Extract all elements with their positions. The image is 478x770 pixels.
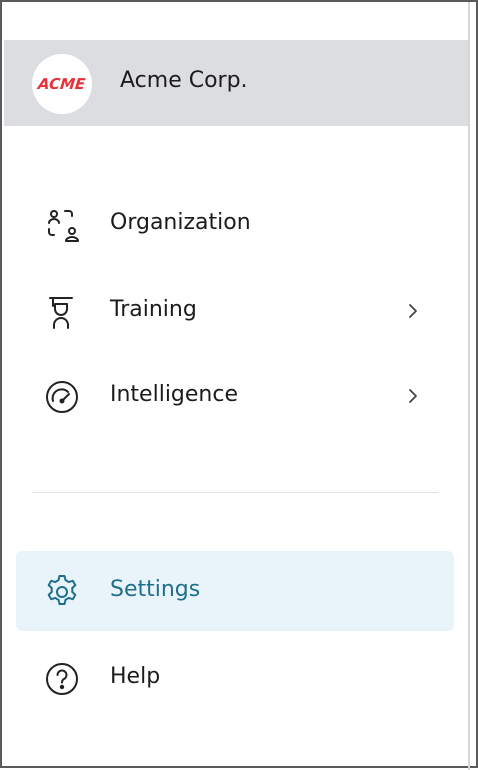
nav-item-organization[interactable]: Organization [16,184,454,264]
nav-item-training[interactable]: Training [16,271,454,351]
org-logo-text: ACME [37,75,87,93]
panel-edge [468,2,470,770]
org-name: Acme Corp. [120,68,248,93]
org-switcher[interactable]: ACME Acme Corp. [4,40,468,126]
nav-label-settings: Settings [110,577,201,602]
section-divider [32,492,438,493]
nav-label-intelligence: Intelligence [110,382,239,407]
sidebar-panel: ACME Acme Corp. Organization Training In… [0,0,478,770]
organization-icon [48,210,79,242]
training-icon [49,297,73,329]
chevron-right-icon [409,304,417,318]
org-logo: ACME [32,54,92,114]
nav-label-help: Help [110,664,161,689]
chevron-right-icon [409,389,417,403]
help-icon [46,663,78,695]
nav-item-help[interactable]: Help [16,638,454,718]
nav-item-settings[interactable]: Settings [16,551,454,631]
nav-label-training: Training [110,297,197,322]
nav-label-organization: Organization [110,210,251,235]
gear-icon [47,575,77,605]
nav-item-intelligence[interactable]: Intelligence [16,356,454,436]
gauge-icon [46,381,78,413]
